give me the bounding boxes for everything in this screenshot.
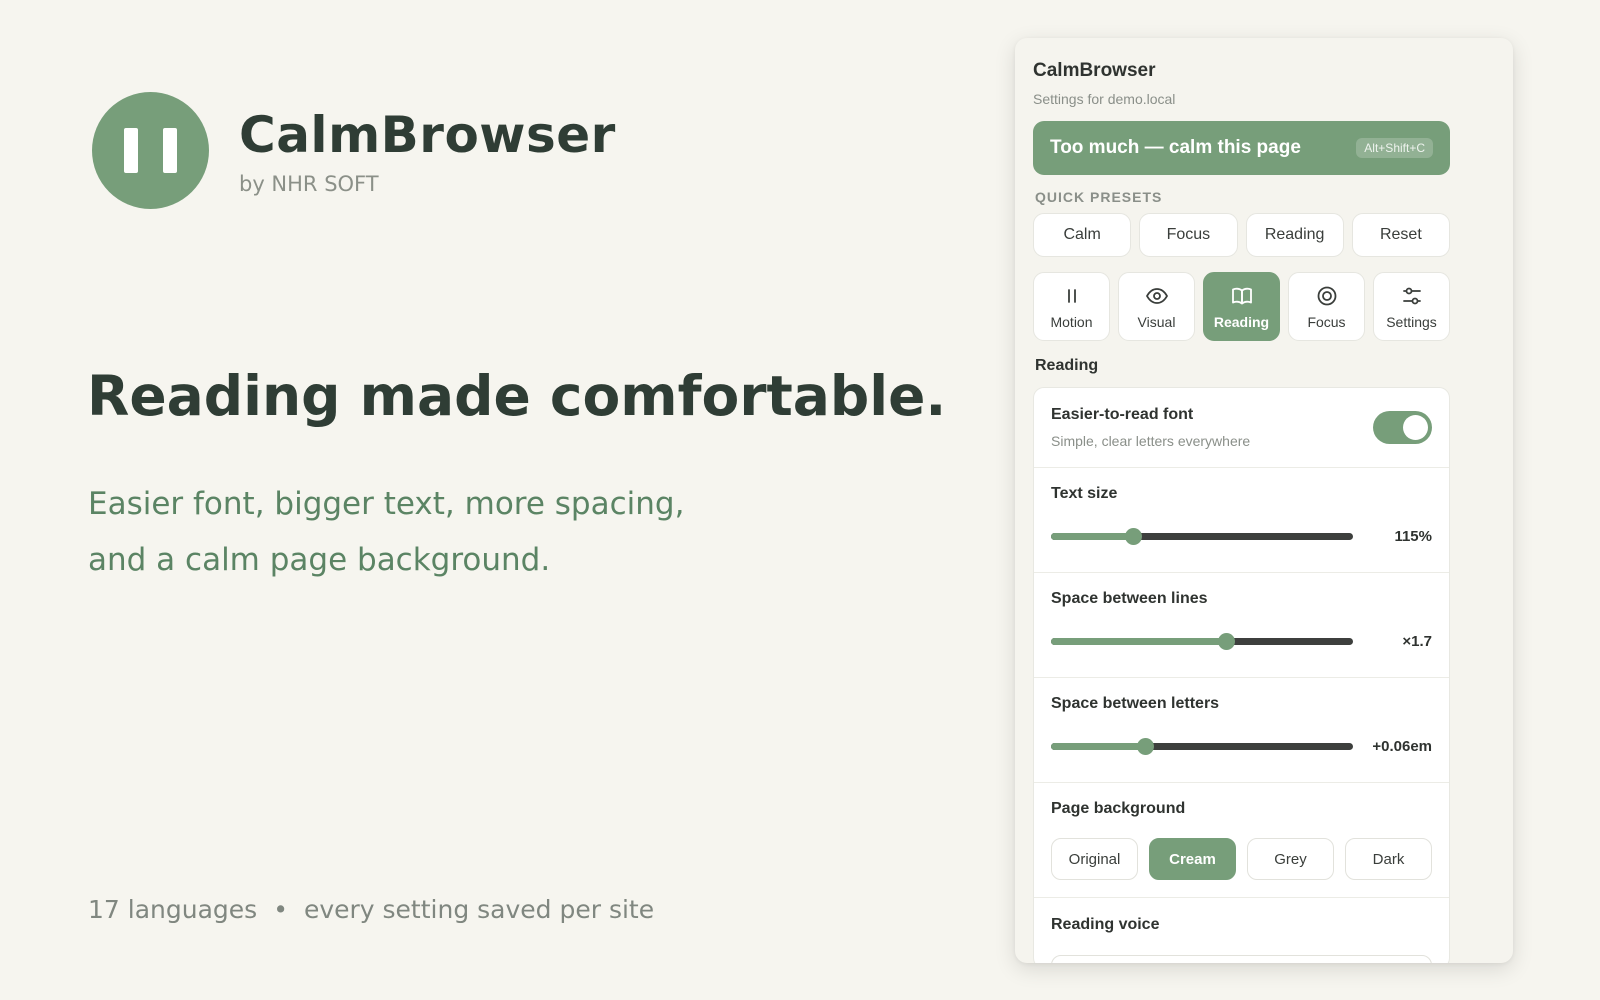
panel-title: CalmBrowser — [1033, 60, 1156, 81]
preset-reading-button[interactable]: Reading — [1245, 213, 1344, 257]
tab-reading[interactable]: Reading — [1203, 272, 1280, 341]
page-background-row: Page background Original Cream Grey Dark — [1034, 783, 1449, 898]
preset-reset-button[interactable]: Reset — [1351, 213, 1450, 257]
tab-settings[interactable]: Settings — [1373, 272, 1450, 341]
bg-option-cream[interactable]: Cream — [1149, 838, 1236, 880]
reading-voice-select[interactable] — [1051, 955, 1432, 963]
subline-line-2: and a calm page background. — [88, 542, 551, 578]
category-tabs: Motion Visual Reading Focus Settings — [1033, 272, 1450, 341]
letter-space-row: Space between letters +0.06em — [1034, 678, 1449, 783]
letter-space-title: Space between letters — [1051, 695, 1220, 712]
reading-voice-row: Reading voice — [1034, 898, 1449, 963]
tab-visual[interactable]: Visual — [1118, 272, 1195, 341]
panel-subtitle: Settings for demo.local — [1033, 91, 1176, 107]
text-size-value: 115% — [1394, 528, 1432, 545]
letter-space-slider[interactable] — [1051, 738, 1353, 755]
tab-visual-label: Visual — [1137, 313, 1176, 330]
subline: Easier font, bigger text, more spacing, … — [88, 476, 908, 588]
line-space-title: Space between lines — [1051, 590, 1208, 607]
book-icon — [1231, 287, 1252, 304]
settings-panel: CalmBrowser Settings for demo.local Too … — [1015, 38, 1513, 963]
bg-option-original[interactable]: Original — [1051, 838, 1138, 880]
presets-row: Calm Focus Reading Reset — [1033, 213, 1450, 257]
preset-calm-button[interactable]: Calm — [1033, 213, 1132, 257]
pause-icon — [1067, 288, 1076, 303]
shortcut-badge: Alt+Shift+C — [1356, 138, 1433, 158]
headline: Reading made comfortable. — [87, 364, 947, 428]
tab-focus-label: Focus — [1307, 313, 1346, 330]
footnote-languages: 17 languages — [88, 895, 258, 924]
preset-focus-button[interactable]: Focus — [1139, 213, 1238, 257]
letter-space-value: +0.06em — [1372, 738, 1432, 755]
target-icon — [1317, 286, 1336, 305]
quick-presets-label: QUICK PRESETS — [1035, 189, 1163, 205]
reading-voice-title: Reading voice — [1051, 916, 1160, 933]
line-space-value: ×1.7 — [1402, 633, 1432, 650]
tab-motion[interactable]: Motion — [1033, 272, 1110, 341]
eye-icon — [1145, 287, 1168, 304]
bg-option-grey[interactable]: Grey — [1247, 838, 1334, 880]
text-size-title: Text size — [1051, 485, 1118, 502]
bg-option-dark[interactable]: Dark — [1345, 838, 1432, 880]
easier-font-title: Easier-to-read font — [1051, 406, 1194, 423]
text-size-slider-thumb[interactable] — [1124, 528, 1142, 545]
page-background-options: Original Cream Grey Dark — [1051, 838, 1432, 880]
tab-settings-label: Settings — [1386, 313, 1437, 330]
tab-focus[interactable]: Focus — [1288, 272, 1365, 341]
reading-settings-card: Easier-to-read font Simple, clear letter… — [1033, 387, 1450, 963]
page-background-title: Page background — [1051, 800, 1186, 817]
subline-line-1: Easier font, bigger text, more spacing, — [88, 486, 685, 522]
tab-reading-label: Reading — [1213, 313, 1270, 330]
footnote: 17 languages • every setting saved per sit… — [88, 895, 654, 924]
brand-byline: by NHR SOFT — [239, 171, 379, 196]
line-space-row: Space between lines ×1.7 — [1034, 573, 1449, 678]
calm-page-button-label: Too much — calm this page — [1050, 137, 1301, 158]
letter-space-slider-thumb[interactable] — [1136, 738, 1154, 755]
section-title: Reading — [1035, 357, 1099, 374]
brand-name: CalmBrowser — [239, 105, 616, 164]
easier-font-row: Easier-to-read font Simple, clear letter… — [1034, 388, 1449, 468]
tab-motion-label: Motion — [1050, 313, 1093, 330]
footnote-saved: every setting saved per site — [303, 895, 655, 924]
easier-font-toggle[interactable] — [1373, 411, 1432, 444]
calm-page-button[interactable]: Too much — calm this page Alt+Shift+C — [1033, 121, 1450, 175]
text-size-row: Text size 115% — [1034, 468, 1449, 573]
easier-font-description: Simple, clear letters everywhere — [1051, 433, 1251, 449]
text-size-slider[interactable] — [1051, 528, 1353, 545]
sliders-icon — [1402, 287, 1421, 304]
line-space-slider[interactable] — [1051, 633, 1353, 650]
bullet-separator: • — [273, 895, 288, 924]
line-space-slider-thumb[interactable] — [1218, 633, 1236, 650]
brand: CalmBrowser by NHR SOFT — [92, 92, 616, 209]
logo-pause-icon — [92, 92, 209, 209]
